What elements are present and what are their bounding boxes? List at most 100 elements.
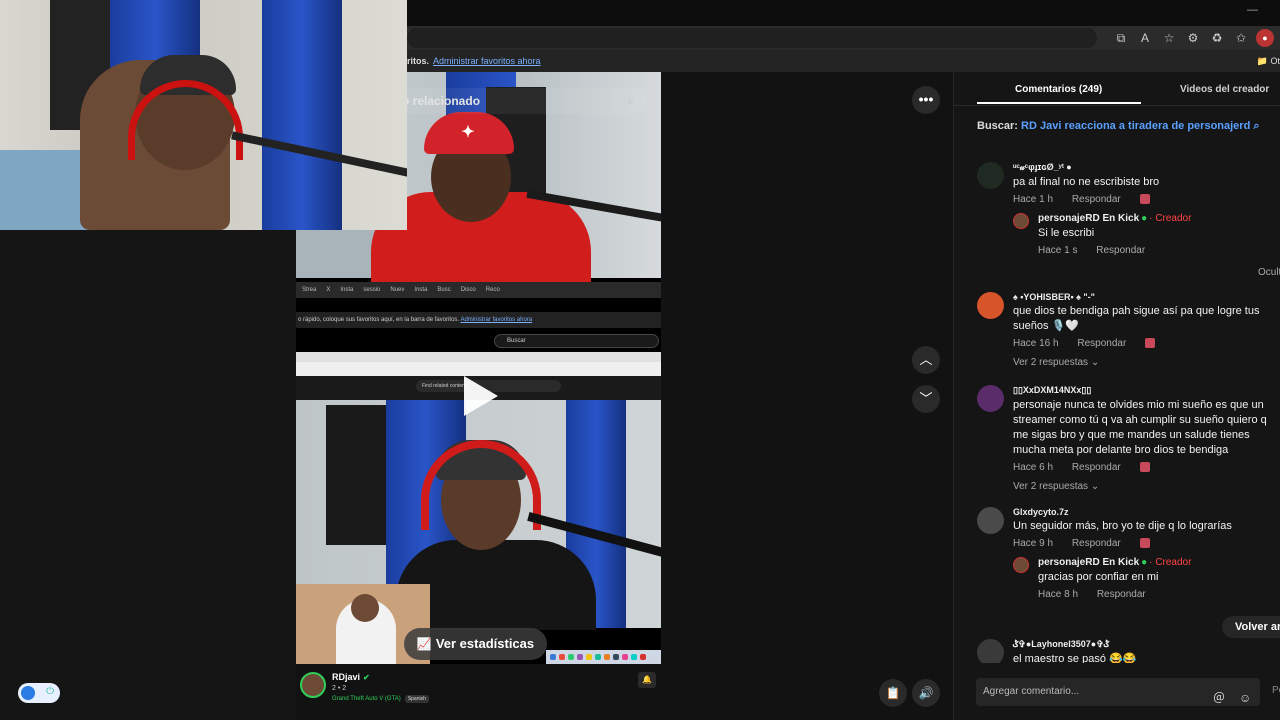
reply-button[interactable]: Respondar [1072, 538, 1121, 549]
comment-item: ݣ✞●Layhonel3507●✞ݣ el maestro se pasó 😂😂 [977, 639, 1277, 663]
creator-badge-text: Creador [1155, 213, 1192, 224]
split-screen-icon[interactable]: ⧉ [1112, 29, 1130, 47]
taskbar-app-icon [604, 654, 610, 660]
reaction-icon[interactable] [1139, 538, 1150, 549]
creator-badge-text: Creador [1155, 557, 1192, 568]
play-icon[interactable] [464, 376, 498, 416]
chevron-up-icon[interactable]: ︿ [912, 346, 940, 374]
related-search-overlay[interactable]: o relacionado ⌕ [396, 88, 646, 114]
comment-username[interactable]: ᵘᶜ𝓊ᶜφɟɪɢØ_ʸᵗ ● [1013, 162, 1279, 173]
comment-username[interactable]: Glxdycyto.7z [1013, 507, 1279, 517]
reaction-icon[interactable] [1145, 338, 1156, 349]
screen: — ⧉ A ☆ ⚙ ♻ ✩ ● ritos. Administrar favor… [0, 0, 1280, 720]
inner-tab: Disco [460, 287, 476, 293]
language-badge: Spanish [404, 695, 429, 703]
comment-body: ᵘᶜ𝓊ᶜφɟɪɢØ_ʸᵗ ● pa al final no ne escribi… [1013, 162, 1279, 256]
tab-comments[interactable]: Comentarios (249) [1015, 84, 1102, 95]
comment-text: que dios te bendiga pah sigue así pa que… [1013, 305, 1260, 332]
back-to-top-button[interactable]: Volver ar [1222, 616, 1280, 638]
reply-time: Hace 8 h [1038, 589, 1079, 600]
search-icon[interactable]: ⌕ [627, 88, 634, 114]
more-options-icon[interactable]: ••• [912, 86, 940, 114]
comment-time: Hace 6 h [1013, 462, 1054, 473]
mention-icon[interactable]: ＠ [1213, 684, 1225, 712]
comment-avatar[interactable] [977, 292, 1004, 319]
view-stats-button[interactable]: 📈 Ver estadísticas [404, 628, 547, 660]
search-query-text: RD Javi reacciona a tiradera de personaj… [1021, 120, 1251, 132]
volume-icon[interactable]: 🔊 [912, 679, 940, 707]
comment-username[interactable]: ݣ✞●Layhonel3507●✞ݣ [1013, 639, 1277, 650]
comment-username[interactable]: ▯▯XxDXM14NXx▯▯ [1013, 385, 1279, 396]
comment-username[interactable]: ♠ •YOHISBER• ♠ "-" [1013, 292, 1279, 302]
inner-tab: sessio [363, 287, 381, 293]
favorite-star-icon[interactable]: ☆ [1160, 29, 1178, 47]
channel-avatar[interactable] [300, 672, 326, 698]
reply-button[interactable]: Respondar [1072, 462, 1121, 473]
post-comment-button[interactable]: Pe [1272, 685, 1280, 696]
comments-panel: Comentarios (249) Videos del creador Bus… [953, 72, 1280, 720]
comment-text: Un seguidor más, bro yo te dije q lo log… [1013, 520, 1232, 532]
reply-meta: Hace 1 s Respondar [1038, 245, 1279, 256]
other-favorites-folder[interactable]: 📁 Ot [1257, 56, 1280, 67]
comment-body: ݣ✞●Layhonel3507●✞ݣ el maestro se pasó 😂😂 [1013, 639, 1277, 663]
reply-button[interactable]: Respondar [1077, 338, 1126, 349]
profile-avatar-icon[interactable]: ● [1256, 29, 1274, 47]
taskbar-app-icon [613, 654, 619, 660]
reply-username[interactable]: personajeRD En Kick ● · Creador [1038, 557, 1279, 568]
extensions-icon[interactable]: ⚙ [1184, 29, 1202, 47]
taskbar-app-icon [622, 654, 628, 660]
reply-button[interactable]: Respondar [1097, 589, 1146, 600]
notification-bell-icon[interactable]: 🔔 [638, 672, 656, 688]
online-dot-icon: ● [1141, 213, 1148, 224]
comment-text: pa al final no ne escribiste bro [1013, 176, 1160, 188]
comment-avatar[interactable] [977, 639, 1004, 663]
favorites-list-icon[interactable]: ✩ [1232, 29, 1250, 47]
inner-favorites-text: o rápido, coloque sus favoritos aquí, en… [298, 317, 460, 323]
chevron-down-icon[interactable]: ﹀ [912, 385, 940, 413]
reaction-icon[interactable] [1139, 194, 1150, 205]
inner-search-text: Buscar [507, 338, 526, 344]
inner-favorites-bar: o rápido, coloque sus favoritos aquí, en… [296, 312, 661, 328]
comment-avatar[interactable] [977, 162, 1004, 189]
extension-toggle[interactable]: ⏻ [18, 683, 60, 703]
add-comment-input[interactable]: Agregar comentario... ＠ ☺ [976, 678, 1260, 706]
panel-tabs: Comentarios (249) Videos del creador [954, 72, 1280, 106]
reply-button[interactable]: Respondar [1096, 245, 1145, 256]
reply-username-text: personajeRD En Kick [1038, 213, 1140, 224]
comment-body: Glxdycyto.7z Un seguidor más, bro yo te … [1013, 507, 1279, 600]
comment-meta: Hace 6 h Respondar [1013, 462, 1279, 473]
favorites-bar: ritos. Administrar favoritos ahora 📁 Ot [407, 50, 1280, 72]
comment-avatar[interactable] [977, 507, 1004, 534]
reply-username[interactable]: personajeRD En Kick ● · Creador [1038, 213, 1279, 224]
inner-related-text: Find related content [422, 383, 467, 389]
search-prefix: Buscar: [977, 120, 1018, 132]
comment-time: Hace 9 h [1013, 538, 1054, 549]
reaction-icon[interactable] [1139, 462, 1150, 473]
reply-button[interactable]: Respondar [1072, 194, 1121, 205]
address-field[interactable] [407, 28, 1097, 48]
read-aloud-icon[interactable]: A [1136, 29, 1154, 47]
creator-badge: · Creador [1149, 213, 1192, 224]
performance-icon[interactable]: ♻ [1208, 29, 1226, 47]
manage-favorites-link[interactable]: Administrar favoritos ahora [433, 56, 541, 66]
view-replies-link[interactable]: Ver 2 respuestas ⌄ [1013, 357, 1279, 368]
inner-tab: Nuev [390, 287, 405, 293]
channel-name-text: RDjavi [332, 672, 361, 682]
channel-name[interactable]: RDjavi ✔ [332, 672, 370, 682]
channel-game[interactable]: Grand Theft Auto V (GTA) Spanish [332, 695, 429, 703]
inner-tab: Insta [414, 287, 428, 293]
taskbar-app-icon [568, 654, 574, 660]
taskbar-app-icon [559, 654, 565, 660]
minimize-icon[interactable]: — [1247, 4, 1258, 16]
comment-avatar[interactable] [977, 385, 1004, 412]
tab-creator-videos[interactable]: Videos del creador [1180, 84, 1269, 95]
reply-avatar[interactable] [1013, 213, 1029, 229]
reply-avatar[interactable] [1013, 557, 1029, 573]
hide-replies-link[interactable]: Ocult [1258, 267, 1280, 278]
clipboard-icon[interactable]: 📋 [879, 679, 907, 707]
comment-search-query[interactable]: Buscar: RD Javi reacciona a tiradera de … [977, 120, 1260, 133]
search-icon: ⌕ [1253, 120, 1260, 132]
toggle-knob [21, 686, 35, 700]
emoji-icon[interactable]: ☺ [1239, 684, 1251, 712]
view-replies-link[interactable]: Ver 2 respuestas ⌄ [1013, 481, 1279, 492]
